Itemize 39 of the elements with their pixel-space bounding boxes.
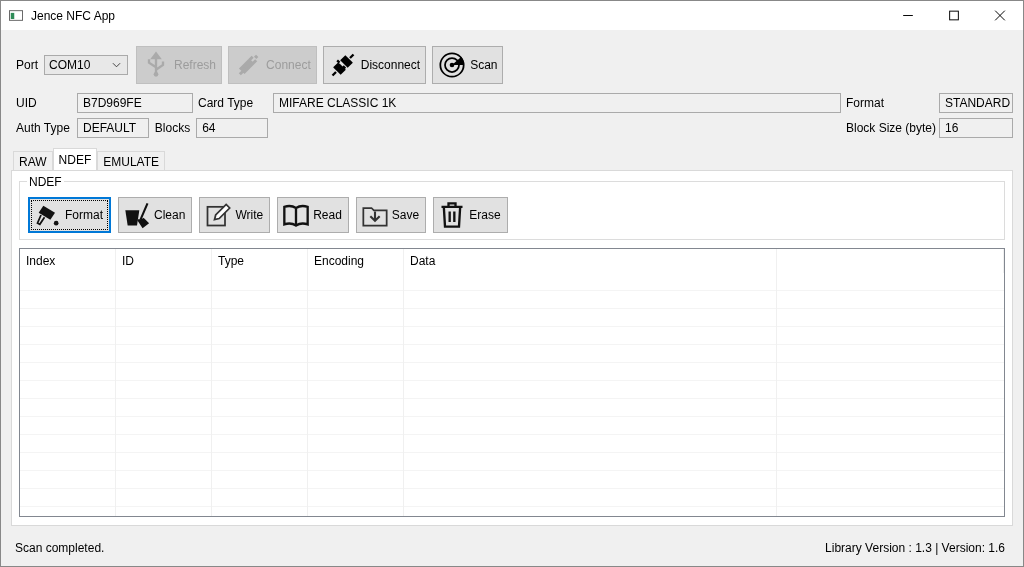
version-text: Library Version : 1.3 | Version: 1.6 bbox=[825, 541, 1005, 555]
column-header[interactable]: ID bbox=[116, 249, 212, 273]
card-type-label: Card Type bbox=[198, 96, 255, 110]
card-type-field[interactable]: MIFARE CLASSIC 1K bbox=[273, 93, 841, 113]
pencil-icon bbox=[204, 201, 233, 229]
format-field[interactable]: STANDARD bbox=[939, 93, 1013, 113]
block-size-field[interactable]: 16 bbox=[939, 118, 1013, 138]
tab[interactable]: RAW bbox=[13, 151, 53, 170]
app-icon bbox=[9, 10, 23, 21]
uid-field[interactable]: B7D969FE bbox=[77, 93, 193, 113]
port-label: Port bbox=[16, 58, 38, 72]
action-button[interactable]: Format bbox=[28, 197, 111, 233]
toolbar-button[interactable]: Disconnect bbox=[322, 46, 427, 84]
format-label: Format bbox=[846, 96, 885, 110]
auth-type-label: Auth Type bbox=[16, 121, 71, 135]
column-header[interactable]: Encoding bbox=[308, 249, 404, 273]
action-button[interactable]: Clean bbox=[118, 197, 193, 233]
chevron-down-icon bbox=[112, 62, 121, 68]
tab[interactable]: NDEF bbox=[52, 148, 98, 170]
toolbar-button[interactable]: Scan bbox=[432, 46, 504, 84]
column-header[interactable]: Type bbox=[212, 249, 308, 273]
uid-label: UID bbox=[16, 96, 38, 110]
action-button[interactable]: Read bbox=[277, 197, 349, 233]
block-size-label: Block Size (byte) bbox=[846, 121, 934, 135]
column-header[interactable]: Index bbox=[20, 249, 116, 273]
radar-icon bbox=[438, 51, 467, 79]
action-button[interactable]: Write bbox=[199, 197, 271, 233]
tab[interactable]: EMULATE bbox=[97, 151, 166, 170]
column-header[interactable]: Data bbox=[404, 249, 777, 273]
auth-type-field[interactable]: DEFAULT bbox=[77, 118, 149, 138]
bucket-broom-icon bbox=[123, 201, 151, 229]
group-title: NDEF bbox=[27, 175, 64, 189]
blocks-field[interactable]: 64 bbox=[196, 118, 268, 138]
action-button[interactable]: Erase bbox=[433, 197, 508, 233]
port-dropdown[interactable]: COM10 bbox=[44, 55, 128, 75]
blocks-label: Blocks bbox=[154, 121, 191, 135]
window-title: Jence NFC App bbox=[31, 8, 117, 23]
status-message: Scan completed. bbox=[15, 541, 105, 555]
action-button[interactable]: Save bbox=[355, 197, 427, 233]
